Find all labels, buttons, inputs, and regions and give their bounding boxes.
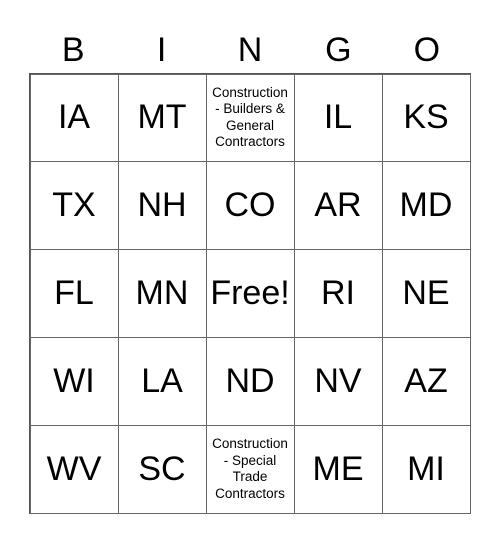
- bingo-cell[interactable]: MT: [117, 73, 207, 163]
- bingo-cell[interactable]: TX: [29, 161, 119, 251]
- bingo-cell[interactable]: Construction - Builders & General Contra…: [205, 73, 295, 163]
- bingo-cell[interactable]: LA: [117, 336, 207, 426]
- bingo-cell[interactable]: ND: [205, 336, 295, 426]
- header-letter-b: B: [61, 31, 85, 69]
- bingo-cell[interactable]: NE: [381, 249, 471, 338]
- header-letter-g: G: [325, 31, 352, 69]
- header-letter-o: O: [413, 31, 441, 69]
- bingo-cell[interactable]: AZ: [381, 336, 471, 426]
- bingo-board: IA MT Construction - Builders & General …: [29, 73, 471, 514]
- bingo-header: B I N G O: [29, 28, 471, 73]
- header-letter-n: N: [237, 31, 263, 69]
- bingo-cell[interactable]: KS: [381, 73, 471, 163]
- bingo-cell[interactable]: SC: [117, 424, 207, 514]
- bingo-cell[interactable]: NV: [293, 336, 383, 426]
- bingo-cell[interactable]: Construction - Special Trade Contractors: [205, 424, 295, 514]
- bingo-cell[interactable]: RI: [293, 249, 383, 338]
- bingo-cell[interactable]: MI: [381, 424, 471, 514]
- bingo-cell[interactable]: WI: [29, 336, 119, 426]
- bingo-cell[interactable]: CO: [205, 161, 295, 251]
- bingo-cell[interactable]: IL: [293, 73, 383, 163]
- bingo-cell[interactable]: ME: [293, 424, 383, 514]
- bingo-cell[interactable]: AR: [293, 161, 383, 251]
- bingo-cell[interactable]: NH: [117, 161, 207, 251]
- header-letter-i: I: [156, 31, 167, 69]
- free-space-cell[interactable]: Free!: [205, 249, 295, 338]
- bingo-cell[interactable]: FL: [29, 249, 119, 338]
- bingo-cell[interactable]: MD: [381, 161, 471, 251]
- bingo-cell[interactable]: WV: [29, 424, 119, 514]
- bingo-cell[interactable]: IA: [29, 73, 119, 163]
- bingo-cell[interactable]: MN: [117, 249, 207, 338]
